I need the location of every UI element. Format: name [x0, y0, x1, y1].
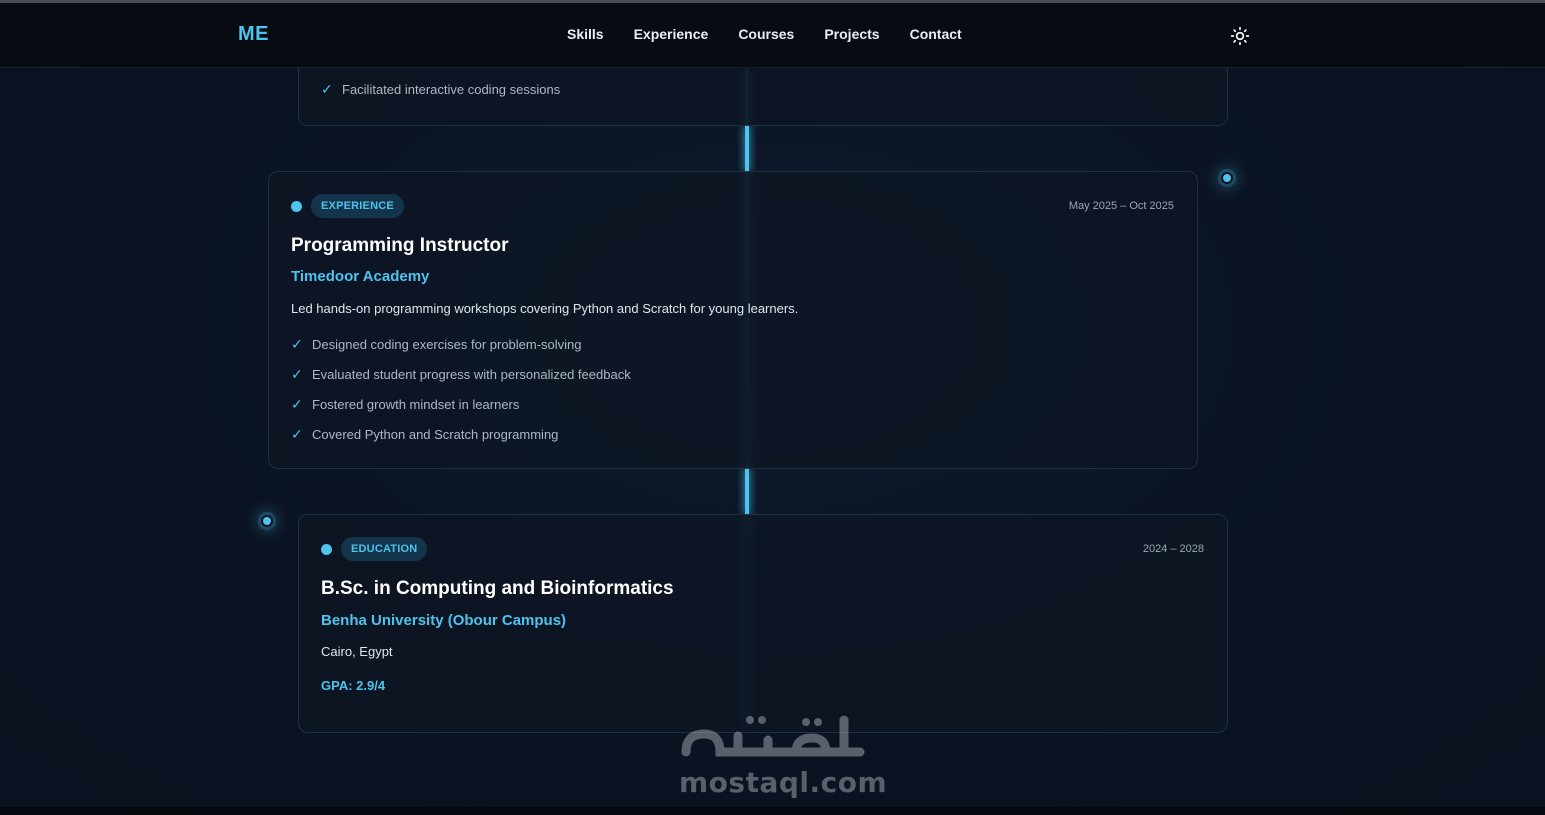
mostaql-watermark: mostaql.com — [676, 706, 887, 801]
site-logo[interactable]: ME — [238, 23, 269, 46]
timeline-card-experience: EXPERIENCE May 2025 – Oct 2025 Programmi… — [268, 171, 1198, 469]
timeline-dot-experience — [1221, 172, 1233, 184]
sun-icon — [1230, 26, 1250, 46]
date-range: May 2025 – Oct 2025 — [1068, 200, 1174, 212]
organization-name: Timedoor Academy — [291, 268, 430, 285]
bullet-text: Facilitated interactive coding sessions — [342, 81, 561, 97]
theme-toggle-button[interactable] — [1229, 25, 1251, 47]
nav-link-experience[interactable]: Experience — [634, 26, 709, 42]
timeline-dot-education — [261, 515, 273, 527]
bullet-list: ✓ Facilitated interactive coding session… — [321, 74, 560, 104]
timeline-card-education: EDUCATION 2024 – 2028 B.Sc. in Computing… — [298, 514, 1228, 733]
badge-dot-icon — [321, 543, 332, 555]
check-icon: ✓ — [291, 365, 303, 382]
card-header: EXPERIENCE — [291, 194, 404, 218]
category-badge: EXPERIENCE — [311, 194, 404, 218]
check-icon: ✓ — [321, 80, 333, 97]
list-item: ✓ Evaluated student progress with person… — [291, 359, 631, 389]
check-icon: ✓ — [291, 395, 303, 412]
card-header: EDUCATION — [321, 537, 428, 561]
card-title: B.Sc. in Computing and Bioinformatics — [321, 578, 674, 599]
bullet-text: Covered Python and Scratch programming — [312, 426, 559, 442]
page: ME Skills Experience Courses Projects Co… — [0, 0, 1545, 815]
nav-link-contact[interactable]: Contact — [910, 26, 962, 42]
bullet-text: Fostered growth mindset in learners — [312, 396, 520, 412]
gpa-text: GPA: 2.9/4 — [321, 678, 386, 693]
location-text: Cairo, Egypt — [321, 644, 393, 659]
list-item: ✓ Covered Python and Scratch programming — [291, 419, 631, 449]
window-bottom-strip — [0, 807, 1545, 815]
timeline-connector — [745, 469, 749, 514]
nav-link-courses[interactable]: Courses — [738, 26, 794, 42]
mostaql-logo-icon — [681, 715, 865, 757]
list-item: ✓ Designed coding exercises for problem-… — [291, 329, 631, 359]
category-badge: EDUCATION — [341, 537, 428, 561]
nav-link-projects[interactable]: Projects — [824, 26, 879, 42]
nav-link-skills[interactable]: Skills — [567, 26, 604, 42]
check-icon: ✓ — [291, 335, 303, 352]
list-item: ✓ Fostered growth mindset in learners — [291, 389, 631, 419]
bullet-text: Designed coding exercises for problem-so… — [312, 336, 582, 352]
nav-links: Skills Experience Courses Projects Conta… — [567, 26, 962, 42]
card-description: Led hands-on programming workshops cover… — [291, 301, 799, 316]
watermark-text: mostaql.com — [679, 766, 888, 799]
list-item: ✓ Facilitated interactive coding session… — [321, 74, 560, 104]
card-title: Programming Instructor — [291, 235, 509, 256]
check-icon: ✓ — [291, 425, 303, 442]
navbar: ME Skills Experience Courses Projects Co… — [0, 3, 1545, 68]
badge-dot-icon — [291, 200, 302, 212]
timeline-connector — [745, 126, 749, 171]
organization-name: Benha University (Obour Campus) — [321, 612, 567, 629]
date-range: 2024 – 2028 — [1142, 543, 1204, 555]
bullet-list: ✓ Designed coding exercises for problem-… — [291, 329, 631, 449]
bullet-text: Evaluated student progress with personal… — [312, 366, 631, 382]
